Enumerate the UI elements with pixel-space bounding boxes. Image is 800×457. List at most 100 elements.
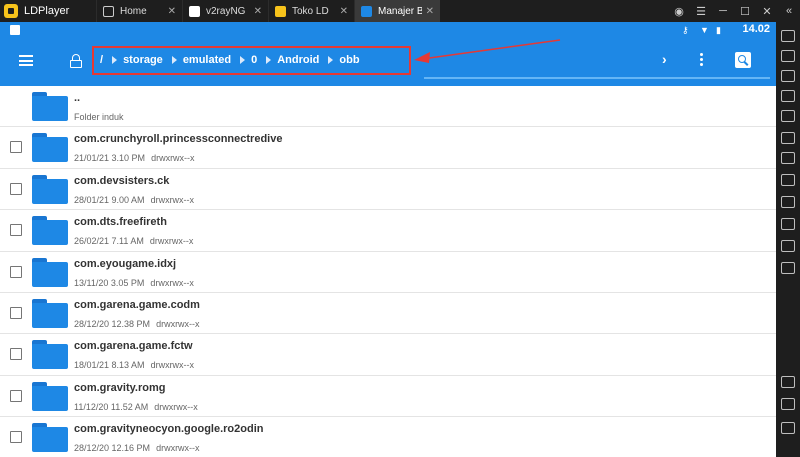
fullscreen-icon[interactable] bbox=[781, 90, 795, 102]
file-meta: 28/12/20 12.16 PM drwxrwx--x bbox=[74, 443, 200, 453]
file-date: 28/12/20 12.16 PM bbox=[74, 443, 151, 454]
expand-icon[interactable]: « bbox=[778, 5, 800, 17]
multi-instance-icon[interactable] bbox=[781, 196, 795, 208]
file-meta: 21/01/21 3.10 PM drwxrwx--x bbox=[74, 153, 195, 163]
tab-label: Home bbox=[120, 5, 147, 17]
file-meta: 26/02/21 7.11 AM drwxrwx--x bbox=[74, 236, 193, 246]
select-checkbox[interactable] bbox=[10, 182, 22, 195]
file-meta: 13/11/20 3.05 PM drwxrwx--x bbox=[74, 278, 194, 288]
file-name: com.gravityneocyon.google.ro2odin bbox=[74, 423, 264, 436]
screenshot-icon[interactable] bbox=[781, 110, 795, 122]
tab-file-manager[interactable]: Manajer Berk… ✕ bbox=[354, 0, 440, 22]
file-name: .. bbox=[74, 92, 81, 104]
folder-icon bbox=[32, 257, 68, 287]
toko-ld-icon bbox=[275, 5, 286, 17]
more-options-icon[interactable] bbox=[700, 53, 704, 68]
key-icon: ⚷ bbox=[682, 25, 689, 35]
maximize-icon[interactable]: ☐ bbox=[734, 5, 756, 18]
folder-icon bbox=[32, 381, 68, 411]
list-item[interactable]: com.devsisters.ck 28/01/21 9.00 AM drwxrw… bbox=[0, 169, 776, 211]
file-meta: 18/01/21 8.13 AM drwxrwx--x bbox=[74, 360, 194, 370]
tab-v2rayng[interactable]: v2rayNG ✕ bbox=[182, 0, 268, 22]
list-item[interactable]: com.eyougame.idxj 13/11/20 3.05 PM drwxrw… bbox=[0, 252, 776, 293]
select-checkbox[interactable] bbox=[10, 141, 22, 154]
file-name: com.crunchyroll.princessconnectredive bbox=[74, 133, 283, 146]
file-date: 28/12/20 12.38 PM bbox=[74, 318, 151, 329]
file-permissions: drwxrwx--x bbox=[154, 401, 198, 412]
file-meta: 28/01/21 9.00 AM drwxrwx--x bbox=[74, 195, 194, 205]
scroll-progress bbox=[424, 77, 770, 79]
list-item-parent[interactable]: .. Folder induk bbox=[0, 86, 776, 128]
chevron-right-icon[interactable]: › bbox=[662, 51, 667, 67]
close-icon[interactable]: ✕ bbox=[426, 6, 434, 17]
file-name: com.gravity.romg bbox=[74, 381, 166, 394]
apk-install-icon[interactable] bbox=[781, 152, 795, 164]
select-checkbox[interactable] bbox=[10, 389, 22, 402]
notification-icon bbox=[10, 25, 20, 35]
tab-home[interactable]: Home ✕ bbox=[96, 0, 182, 22]
list-item[interactable]: com.dts.freefireth 26/02/21 7.11 AM drwxr… bbox=[0, 210, 776, 252]
file-permissions: drwxrwx--x bbox=[151, 153, 195, 164]
close-icon[interactable]: ✕ bbox=[756, 5, 778, 18]
select-checkbox[interactable] bbox=[10, 431, 22, 444]
minimize-icon[interactable]: ─ bbox=[712, 5, 734, 17]
back-icon[interactable] bbox=[781, 376, 795, 388]
emulator-sidebar bbox=[776, 22, 800, 457]
settings-icon[interactable] bbox=[781, 262, 795, 274]
volume-down-icon[interactable] bbox=[781, 70, 795, 82]
parent-label: Folder induk bbox=[74, 112, 124, 122]
v2rayng-icon bbox=[189, 5, 200, 17]
battery-icon: ▮ bbox=[716, 25, 721, 35]
list-item[interactable]: com.gravity.romg 11/12/20 11.52 AM drwxrw… bbox=[0, 376, 776, 418]
file-name: com.eyougame.idxj bbox=[74, 257, 177, 270]
file-date: 26/02/21 7.11 AM bbox=[74, 236, 144, 247]
file-permissions: drwxrwx--x bbox=[156, 443, 200, 454]
home-button-icon[interactable] bbox=[781, 398, 795, 410]
status-time: 14.02 bbox=[742, 23, 770, 35]
scissors-icon[interactable] bbox=[781, 174, 795, 186]
android-statusbar: ⚷ ▼ ▮ 14.02 bbox=[0, 22, 776, 38]
ldplayer-logo-icon bbox=[4, 4, 18, 18]
ldplayer-window: LDPlayer Home ✕ v2rayNG ✕ Toko LD ✕ Mana… bbox=[0, 0, 800, 457]
file-name: com.garena.game.fctw bbox=[74, 340, 193, 353]
select-checkbox[interactable] bbox=[10, 224, 22, 237]
file-meta: Folder induk bbox=[74, 112, 124, 122]
select-checkbox[interactable] bbox=[10, 265, 22, 278]
recent-apps-icon[interactable] bbox=[781, 422, 795, 434]
keyboard-icon[interactable] bbox=[781, 30, 795, 42]
list-item[interactable]: com.garena.game.codm 28/12/20 12.38 PM dr… bbox=[0, 293, 776, 335]
record-icon[interactable] bbox=[781, 132, 795, 144]
list-item[interactable]: com.garena.game.fctw 18/01/21 8.13 AM drw… bbox=[0, 334, 776, 376]
file-name: com.garena.game.codm bbox=[74, 298, 200, 311]
tab-toko-ld[interactable]: Toko LD ✕ bbox=[268, 0, 354, 22]
tab-label: Manajer Berk… bbox=[378, 5, 422, 17]
file-name: com.dts.freefireth bbox=[74, 216, 167, 229]
folder-icon bbox=[32, 340, 68, 370]
select-checkbox[interactable] bbox=[10, 348, 22, 361]
menu-icon[interactable]: ☰ bbox=[690, 5, 712, 18]
close-icon[interactable]: ✕ bbox=[168, 6, 176, 17]
android-screen: ⚷ ▼ ▮ 14.02 / storage emulated 0 Android… bbox=[0, 22, 776, 457]
operation-record-icon[interactable] bbox=[781, 240, 795, 252]
list-item[interactable]: com.crunchyroll.princessconnectredive 21… bbox=[0, 127, 776, 169]
select-checkbox[interactable] bbox=[10, 306, 22, 319]
close-icon[interactable]: ✕ bbox=[340, 6, 348, 17]
folder-icon bbox=[32, 92, 68, 121]
sync-icon[interactable] bbox=[781, 218, 795, 230]
tab-label: v2rayNG bbox=[206, 5, 246, 17]
file-date: 21/01/21 3.10 PM bbox=[74, 153, 146, 164]
file-list: .. Folder induk com.crunchyroll.princess… bbox=[0, 86, 776, 457]
volume-up-icon[interactable] bbox=[781, 50, 795, 62]
file-permissions: drwxrwx--x bbox=[149, 236, 194, 247]
home-icon bbox=[103, 5, 114, 17]
file-date: 11/12/20 11.52 AM bbox=[74, 401, 149, 412]
file-permissions: drwxrwx--x bbox=[156, 318, 200, 329]
file-name: com.devsisters.ck bbox=[74, 174, 170, 187]
emulator-titlebar: LDPlayer Home ✕ v2rayNG ✕ Toko LD ✕ Mana… bbox=[0, 0, 800, 22]
close-icon[interactable]: ✕ bbox=[254, 6, 262, 17]
search-icon[interactable] bbox=[735, 52, 751, 68]
tab-label: Toko LD bbox=[292, 5, 329, 17]
list-item[interactable]: com.gravityneocyon.google.ro2odin 28/12/… bbox=[0, 417, 776, 457]
file-date: 13/11/20 3.05 PM bbox=[74, 277, 145, 288]
gamepad-icon[interactable]: ◉ bbox=[668, 5, 690, 18]
